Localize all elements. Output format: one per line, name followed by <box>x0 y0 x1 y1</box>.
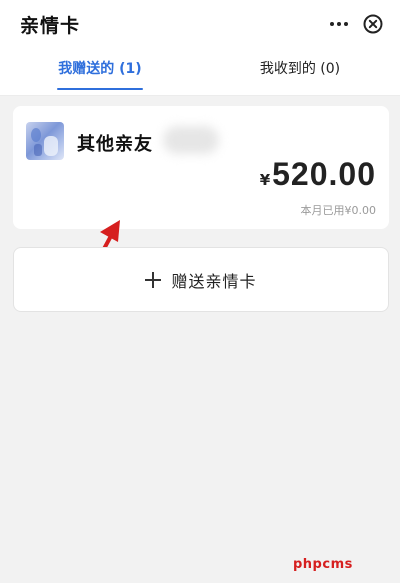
avatar-shape <box>31 128 41 142</box>
active-tab-indicator <box>57 88 143 90</box>
dot <box>330 22 334 26</box>
tab-sent[interactable]: 我赠送的 (1) <box>50 58 150 88</box>
watermark: phpcms <box>293 557 353 572</box>
currency-symbol: ¥ <box>259 171 271 189</box>
monthly-used-text: 本月已用¥0.00 <box>300 204 377 217</box>
header-bar: 亲情卡 <box>0 0 400 48</box>
family-card[interactable]: 其他亲友 ¥ 520.00 本月已用¥0.00 <box>13 106 389 229</box>
card-amount: ¥ 520.00 <box>260 156 376 193</box>
gift-button-label: 赠送亲情卡 <box>171 271 257 291</box>
close-circle-icon[interactable] <box>361 12 385 36</box>
avatar <box>26 122 64 160</box>
tab-received[interactable]: 我收到的 (0) <box>245 58 355 88</box>
page-title: 亲情卡 <box>20 15 81 37</box>
dot <box>344 22 348 26</box>
tab-bar: 我赠送的 (1) 我收到的 (0) <box>0 48 400 96</box>
more-dots-icon[interactable] <box>327 13 351 35</box>
gift-family-card-button[interactable]: 赠送亲情卡 <box>13 247 389 312</box>
blurred-name <box>163 126 219 154</box>
amount-value: 520.00 <box>272 156 376 192</box>
avatar-shape <box>44 136 58 156</box>
plus-icon <box>145 271 162 288</box>
card-recipient-name: 其他亲友 <box>77 134 153 155</box>
page: 亲情卡 我赠送的 (1) 我收到的 (0) 其他亲友 ¥ 520.00 本月已用… <box>0 0 400 583</box>
avatar-shape <box>34 144 42 156</box>
dot <box>337 22 341 26</box>
